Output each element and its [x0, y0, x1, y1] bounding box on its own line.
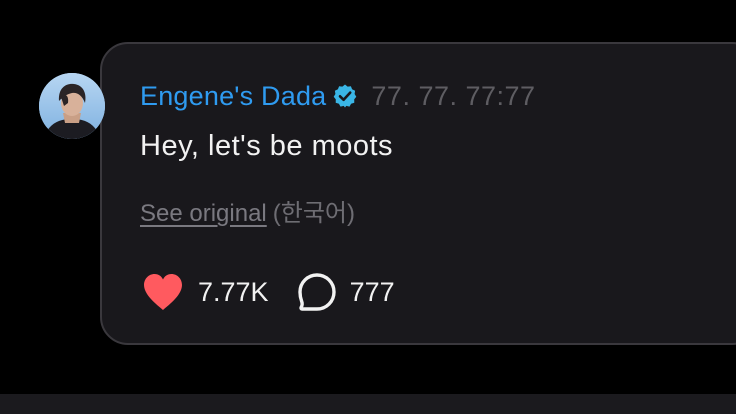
heart-icon: [144, 274, 182, 310]
avatar[interactable]: [39, 73, 105, 139]
like-button[interactable]: 7.77K: [141, 272, 269, 312]
verified-badge-icon: [332, 83, 358, 109]
comment-text: Hey, let's be moots: [140, 130, 394, 162]
likes-count: 7.77K: [198, 276, 269, 307]
username-link[interactable]: Engene's Dada: [140, 81, 326, 112]
comment-timestamp: 77. 77. 77:77: [371, 80, 536, 111]
comment-actions: 7.77K 777: [141, 270, 395, 314]
replies-count: 777: [349, 276, 395, 307]
reply-button[interactable]: 777: [297, 272, 395, 312]
translation-row: See original (한국어): [140, 193, 355, 228]
original-language-label: (한국어): [272, 200, 355, 227]
avatar-image: [39, 73, 105, 139]
speech-bubble-icon: [297, 273, 336, 311]
comment-header: Engene's Dada 77. 77. 77:77: [140, 78, 536, 114]
bottom-bar: [0, 394, 736, 414]
see-original-link[interactable]: See original: [140, 200, 267, 227]
screen: Engene's Dada 77. 77. 77:77 Hey, let's b…: [0, 0, 736, 414]
